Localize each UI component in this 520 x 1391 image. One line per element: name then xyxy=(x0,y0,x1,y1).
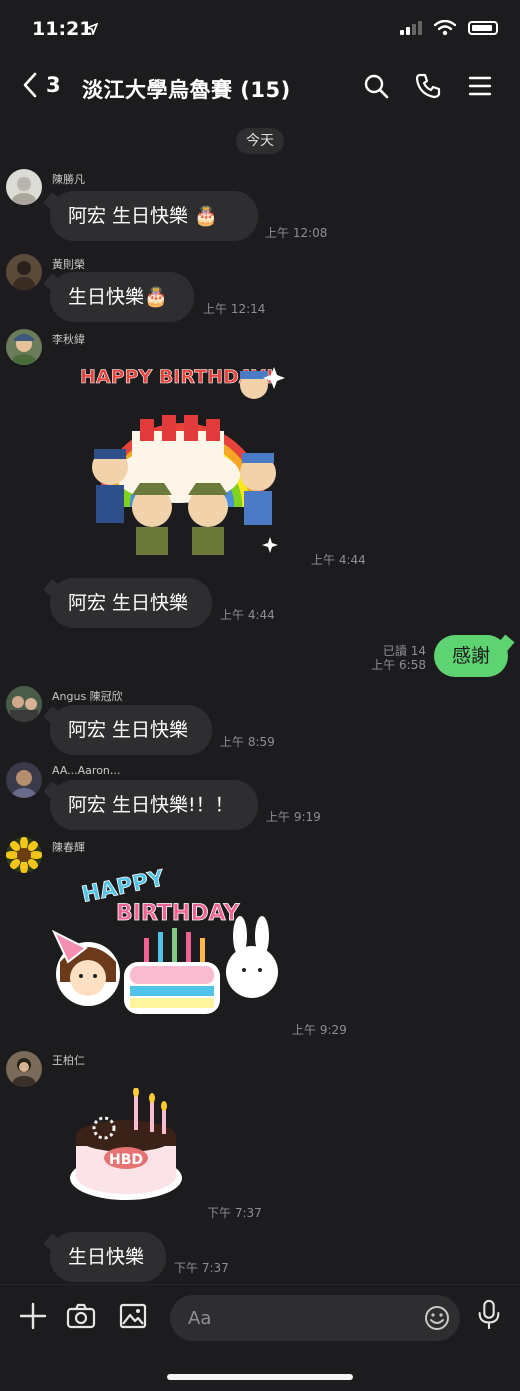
happy-birthday-cake-sticker[interactable]: HAPPY BIRTHDAY xyxy=(52,862,282,1028)
chat-title: 淡江大學烏魯賽 (15) xyxy=(82,78,291,102)
wifi-icon xyxy=(434,20,456,36)
outgoing-message-bubble[interactable]: 感謝 xyxy=(434,635,508,677)
back-button[interactable]: 3 xyxy=(22,72,61,98)
sender-name: 黃則榮 xyxy=(52,258,85,271)
unread-count: 3 xyxy=(46,73,61,97)
message-bubble[interactable]: 阿宏 生日快樂 xyxy=(50,578,212,628)
avatar[interactable] xyxy=(6,254,42,290)
plus-icon[interactable] xyxy=(18,1301,48,1331)
status-time: 11:21 xyxy=(32,18,93,40)
avatar[interactable] xyxy=(6,837,42,873)
microphone-icon[interactable] xyxy=(474,1299,504,1329)
avatar[interactable] xyxy=(6,169,42,205)
message-time: 上午 12:08 xyxy=(265,226,328,240)
status-bar: 11:21 xyxy=(0,0,520,58)
sender-name: 李秋緯 xyxy=(52,333,85,346)
home-indicator xyxy=(167,1374,353,1380)
battery-icon xyxy=(468,21,498,35)
avatar[interactable] xyxy=(6,762,42,798)
sender-name: AA...Aaron... xyxy=(52,764,121,777)
date-divider: 今天 xyxy=(236,128,284,154)
image-icon[interactable] xyxy=(118,1301,148,1331)
message-bubble[interactable]: 阿宏 生日快樂!！！ xyxy=(50,780,258,830)
sender-name: 陳春輝 xyxy=(52,841,85,854)
sticker-text: HBD xyxy=(109,1152,143,1168)
location-arrow-icon xyxy=(86,23,98,35)
hbd-cake-sticker[interactable]: HBD xyxy=(66,1088,186,1208)
happy-birthday-sticker[interactable]: HAPPY BIRTHDAY! xyxy=(74,357,286,565)
message-time: 下午 7:37 xyxy=(174,1261,229,1275)
sender-name: 王柏仁 xyxy=(52,1054,85,1067)
sender-name: 陳勝凡 xyxy=(52,173,85,186)
message-bubble[interactable]: 阿宏 生日快樂 🎂 xyxy=(50,191,258,241)
read-receipt: 已讀 14 上午 6:58 xyxy=(371,644,426,672)
emoji-icon[interactable] xyxy=(424,1305,450,1331)
message-time: 上午 4:44 xyxy=(311,553,366,567)
chat-header: 3 淡江大學烏魯賽 (15) xyxy=(0,58,520,120)
message-time: 上午 8:59 xyxy=(220,735,275,749)
sender-name: Angus 陳冠欣 xyxy=(52,690,123,703)
avatar[interactable] xyxy=(6,686,42,722)
message-time: 上午 6:58 xyxy=(371,658,426,672)
message-input[interactable] xyxy=(170,1295,460,1341)
message-time: 下午 7:37 xyxy=(207,1206,262,1220)
message-bubble[interactable]: 生日快樂 xyxy=(50,1232,166,1282)
cellular-signal-icon xyxy=(400,21,422,35)
avatar[interactable] xyxy=(6,1051,42,1087)
message-time: 上午 9:19 xyxy=(266,810,321,824)
sticker-text: BIRTHDAY xyxy=(116,901,241,926)
phone-call-icon[interactable] xyxy=(414,72,442,100)
menu-icon[interactable] xyxy=(466,72,494,100)
message-time: 上午 9:29 xyxy=(292,1023,347,1037)
camera-icon[interactable] xyxy=(66,1301,96,1331)
chevron-left-icon xyxy=(23,72,37,98)
avatar[interactable] xyxy=(6,329,42,365)
search-icon[interactable] xyxy=(362,72,390,100)
message-bubble[interactable]: 生日快樂🎂 xyxy=(50,272,194,322)
read-count: 已讀 14 xyxy=(382,644,426,658)
message-bubble[interactable]: 阿宏 生日快樂 xyxy=(50,705,212,755)
message-time: 上午 4:44 xyxy=(220,608,275,622)
message-time: 上午 12:14 xyxy=(203,302,266,316)
